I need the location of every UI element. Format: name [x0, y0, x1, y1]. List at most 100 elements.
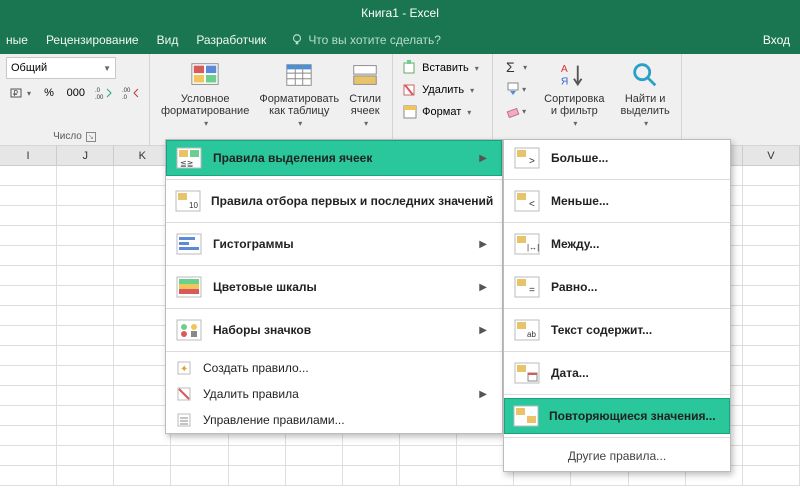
- submenu-equal-to[interactable]: = Равно...: [504, 269, 730, 305]
- cell[interactable]: [743, 286, 800, 305]
- menu-data-bars[interactable]: Гистограммы ▶: [166, 226, 502, 262]
- cell[interactable]: [0, 406, 57, 425]
- cell[interactable]: [114, 166, 171, 185]
- cell[interactable]: [743, 386, 800, 405]
- format-as-table-button[interactable]: Форматировать как таблицу▾: [254, 56, 344, 134]
- cell[interactable]: [229, 466, 286, 485]
- cell[interactable]: [171, 446, 228, 465]
- cell[interactable]: [343, 446, 400, 465]
- cell[interactable]: [114, 346, 171, 365]
- cell[interactable]: [0, 206, 57, 225]
- cell[interactable]: [0, 326, 57, 345]
- cell[interactable]: [0, 246, 57, 265]
- cell[interactable]: [743, 206, 800, 225]
- cell[interactable]: [114, 466, 171, 485]
- cell[interactable]: [114, 446, 171, 465]
- submenu-more-rules[interactable]: Другие правила...: [504, 441, 730, 471]
- cell[interactable]: [743, 366, 800, 385]
- tab-developer[interactable]: Разработчик: [196, 33, 266, 47]
- cell[interactable]: [57, 326, 114, 345]
- cell[interactable]: [0, 426, 57, 445]
- decrease-decimal-button[interactable]: .00.0: [118, 82, 143, 104]
- menu-clear-rules[interactable]: Удалить правила ▶: [166, 381, 502, 407]
- cell[interactable]: [0, 166, 57, 185]
- menu-color-scales[interactable]: Цветовые шкалы ▶: [166, 269, 502, 305]
- cell[interactable]: [114, 286, 171, 305]
- cell[interactable]: [743, 166, 800, 185]
- cell[interactable]: [229, 446, 286, 465]
- cell[interactable]: [743, 326, 800, 345]
- percent-format-button[interactable]: %: [37, 82, 61, 104]
- menu-new-rule[interactable]: ✦ Создать правило...: [166, 355, 502, 381]
- cell[interactable]: [114, 266, 171, 285]
- cell[interactable]: [171, 466, 228, 485]
- menu-top-bottom-rules[interactable]: 10 Правила отбора первых и последних зна…: [166, 183, 502, 219]
- cell[interactable]: [0, 286, 57, 305]
- cell[interactable]: [0, 266, 57, 285]
- tab-view[interactable]: Вид: [157, 33, 179, 47]
- submenu-duplicate-values[interactable]: Повторяющиеся значения...: [504, 398, 730, 434]
- cell[interactable]: [57, 306, 114, 325]
- cell[interactable]: [57, 246, 114, 265]
- clear-button[interactable]: ▾: [499, 100, 533, 122]
- cell[interactable]: [57, 366, 114, 385]
- cell[interactable]: [0, 366, 57, 385]
- cell[interactable]: [0, 186, 57, 205]
- cell[interactable]: [114, 246, 171, 265]
- cell[interactable]: [57, 406, 114, 425]
- number-group-launcher[interactable]: ↘: [86, 132, 96, 142]
- cell[interactable]: [57, 186, 114, 205]
- fill-button[interactable]: ▾: [499, 78, 533, 100]
- cell[interactable]: [0, 446, 57, 465]
- cell[interactable]: [114, 306, 171, 325]
- cell[interactable]: [57, 166, 114, 185]
- delete-cells-button[interactable]: Удалить ▾: [399, 79, 486, 101]
- tab-data[interactable]: ные: [6, 33, 28, 47]
- cell[interactable]: [743, 346, 800, 365]
- cell[interactable]: [57, 286, 114, 305]
- column-header[interactable]: I: [0, 146, 57, 165]
- cell[interactable]: [743, 266, 800, 285]
- column-header[interactable]: V: [743, 146, 800, 165]
- cell[interactable]: [114, 426, 171, 445]
- cell[interactable]: [400, 466, 457, 485]
- increase-decimal-button[interactable]: .0.00: [91, 82, 116, 104]
- cell[interactable]: [286, 446, 343, 465]
- cell[interactable]: [743, 446, 800, 465]
- cell[interactable]: [0, 306, 57, 325]
- accounting-format-button[interactable]: ₽▾: [6, 82, 35, 104]
- cell[interactable]: [400, 446, 457, 465]
- cell[interactable]: [286, 466, 343, 485]
- cell[interactable]: [57, 346, 114, 365]
- cell[interactable]: [0, 346, 57, 365]
- submenu-between[interactable]: |↔| Между...: [504, 226, 730, 262]
- submenu-less-than[interactable]: < Меньше...: [504, 183, 730, 219]
- cell[interactable]: [743, 426, 800, 445]
- cell[interactable]: [57, 226, 114, 245]
- cell[interactable]: [743, 226, 800, 245]
- cell[interactable]: [743, 246, 800, 265]
- sort-filter-button[interactable]: АЯ Сортировка и фильтр▾: [539, 56, 609, 134]
- cell[interactable]: [0, 226, 57, 245]
- insert-cells-button[interactable]: Вставить ▾: [399, 57, 486, 79]
- cell[interactable]: [114, 386, 171, 405]
- column-header[interactable]: K: [114, 146, 171, 165]
- autosum-button[interactable]: Σ▾: [499, 56, 533, 78]
- cell[interactable]: [114, 186, 171, 205]
- find-select-button[interactable]: Найти и выделить▾: [616, 56, 675, 134]
- submenu-date-occurring[interactable]: Дата...: [504, 355, 730, 391]
- tell-me-search[interactable]: Что вы хотите сделать?: [290, 33, 441, 47]
- cell[interactable]: [743, 306, 800, 325]
- cell[interactable]: [57, 206, 114, 225]
- cell[interactable]: [57, 266, 114, 285]
- number-format-dropdown[interactable]: Общий ▼: [6, 57, 116, 79]
- menu-highlight-cell-rules[interactable]: ≦≧ Правила выделения ячеек ▶: [166, 140, 502, 176]
- cell[interactable]: [57, 386, 114, 405]
- cell[interactable]: [57, 446, 114, 465]
- format-cells-button[interactable]: Формат ▾: [399, 101, 486, 123]
- cell[interactable]: [743, 186, 800, 205]
- cell[interactable]: [114, 406, 171, 425]
- cell[interactable]: [114, 206, 171, 225]
- login-link[interactable]: Вход: [763, 33, 790, 47]
- cell[interactable]: [114, 226, 171, 245]
